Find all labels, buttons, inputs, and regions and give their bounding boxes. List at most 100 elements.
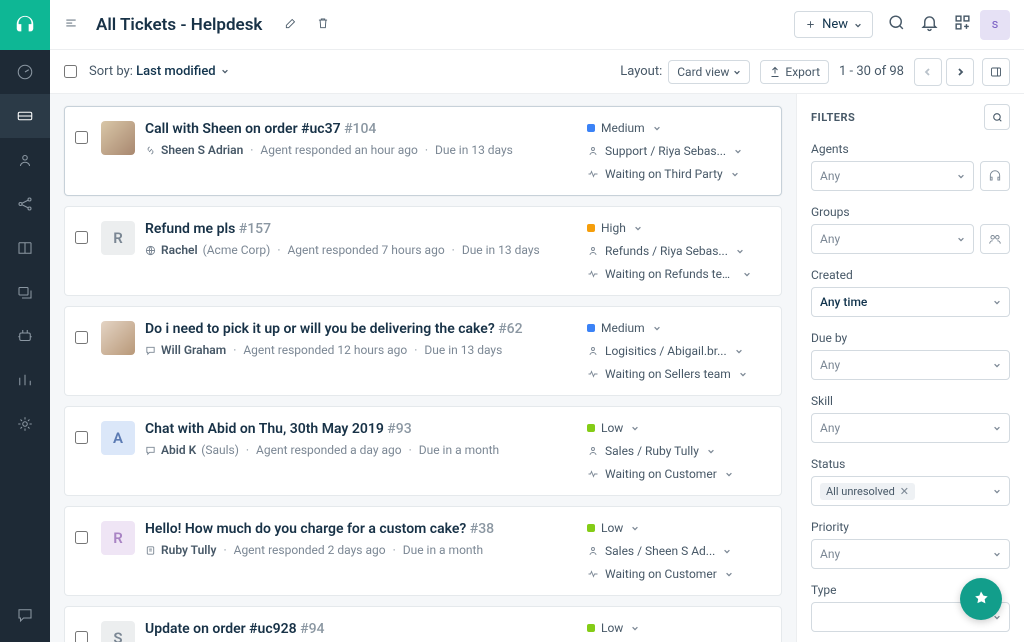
ticket-card[interactable]: Do i need to pick it up or will you be d… xyxy=(64,306,782,396)
sort-dropdown[interactable]: Last modified xyxy=(136,64,229,79)
filter-skill-select[interactable]: Any xyxy=(811,413,1010,443)
filter-created-select[interactable]: Any time xyxy=(811,287,1010,317)
ticket-card[interactable]: R Hello! How much do you charge for a cu… xyxy=(64,506,782,596)
ticket-title[interactable]: Do i need to pick it up or will you be d… xyxy=(145,321,587,337)
ticket-status-dropdown[interactable]: Waiting on Refunds team xyxy=(587,267,767,281)
ticket-checkbox[interactable] xyxy=(75,431,88,444)
sort-label: Sort by: xyxy=(89,64,133,79)
filter-groups-label: Groups xyxy=(811,205,1010,219)
ticket-priority-dropdown[interactable]: Low xyxy=(587,521,767,535)
toggle-filters-button[interactable] xyxy=(982,58,1010,86)
ticket-assignee-dropdown[interactable]: Refunds / Riya Sebas... xyxy=(587,244,767,258)
contact-name[interactable]: Rachel xyxy=(161,243,198,257)
ticket-status-dropdown[interactable]: Waiting on Third Party xyxy=(587,167,767,181)
prev-page-button[interactable] xyxy=(914,58,942,86)
new-button[interactable]: New xyxy=(794,11,873,38)
export-button[interactable]: Export xyxy=(760,60,829,84)
topbar: All Tickets - Helpdesk New s xyxy=(50,0,1024,50)
filter-agents-me-icon[interactable] xyxy=(980,161,1010,191)
ticket-activity: Agent responded an hour ago xyxy=(260,143,417,157)
layout-dropdown[interactable]: Card view xyxy=(668,60,750,84)
nav-rail xyxy=(0,0,50,642)
ticket-checkbox[interactable] xyxy=(75,631,88,642)
filter-priority-select[interactable]: Any xyxy=(811,539,1010,569)
ticket-title[interactable]: Hello! How much do you charge for a cust… xyxy=(145,521,587,537)
ticket-status-dropdown[interactable]: Waiting on Customer xyxy=(587,467,767,481)
ticket-priority-dropdown[interactable]: Medium xyxy=(587,121,767,135)
ticket-status-dropdown[interactable]: Waiting on Sellers team xyxy=(587,367,767,381)
hamburger-icon[interactable] xyxy=(64,15,78,34)
ticket-activity: Agent responded 2 days ago xyxy=(234,543,386,557)
ticket-card[interactable]: A Chat with Abid on Thu, 30th May 2019 #… xyxy=(64,406,782,496)
filter-groups-mine-icon[interactable] xyxy=(980,224,1010,254)
notification-icon[interactable] xyxy=(920,13,939,36)
contact-name[interactable]: Will Graham xyxy=(161,343,226,357)
ticket-checkbox[interactable] xyxy=(75,131,88,144)
contact-name[interactable]: Ruby Tully xyxy=(161,543,216,557)
ticket-title[interactable]: Call with Sheen on order #uc37 #104 xyxy=(145,121,587,137)
contact-avatar: A xyxy=(101,421,135,455)
freshchat-fab[interactable] xyxy=(960,578,1002,620)
page-title: All Tickets - Helpdesk xyxy=(96,15,262,35)
edit-view-icon[interactable] xyxy=(284,15,298,34)
ticket-priority-dropdown[interactable]: Medium xyxy=(587,321,767,335)
contact-name[interactable]: Abid K xyxy=(161,443,196,457)
select-all-checkbox[interactable] xyxy=(64,65,77,78)
status-chip[interactable]: All unresolved✕ xyxy=(820,483,915,500)
ticket-card[interactable]: R Refund me pls #157 Rachel (Acme Corp) … xyxy=(64,206,782,296)
ticket-priority-dropdown[interactable]: Low xyxy=(587,621,767,635)
nav-social[interactable] xyxy=(0,182,50,226)
ticket-card[interactable]: Call with Sheen on order #uc37 #104 Shee… xyxy=(64,106,782,196)
ticket-card[interactable]: S Update on order #uc928 #94 Sara Agent … xyxy=(64,606,782,642)
filter-status-label: Status xyxy=(811,457,1010,471)
contact-avatar: R xyxy=(101,521,135,555)
nav-contacts[interactable] xyxy=(0,138,50,182)
ticket-title[interactable]: Update on order #uc928 #94 xyxy=(145,621,587,637)
nav-dashboard[interactable] xyxy=(0,50,50,94)
contact-name[interactable]: Sheen S Adrian xyxy=(161,143,243,157)
ticket-due: Due in 13 days xyxy=(435,143,513,157)
ticket-checkbox[interactable] xyxy=(75,531,88,544)
nav-solutions[interactable] xyxy=(0,226,50,270)
filters-search-icon[interactable] xyxy=(984,104,1010,130)
ticket-checkbox[interactable] xyxy=(75,331,88,344)
ticket-title[interactable]: Refund me pls #157 xyxy=(145,221,587,237)
ticket-due: Due in a month xyxy=(419,443,499,457)
search-icon[interactable] xyxy=(887,13,906,36)
ticket-checkbox[interactable] xyxy=(75,231,88,244)
ticket-status-dropdown[interactable]: Waiting on Customer xyxy=(587,567,767,581)
nav-analytics[interactable] xyxy=(0,358,50,402)
nav-bots[interactable] xyxy=(0,314,50,358)
ticket-priority-dropdown[interactable]: Low xyxy=(587,421,767,435)
ticket-due: Due in a month xyxy=(403,543,483,557)
next-page-button[interactable] xyxy=(946,58,974,86)
nav-tickets[interactable] xyxy=(0,94,50,138)
delete-view-icon[interactable] xyxy=(316,15,330,34)
ticket-assignee-dropdown[interactable]: Sales / Ruby Tully xyxy=(587,444,767,458)
ticket-activity: Agent responded a day ago xyxy=(256,443,402,457)
profile-avatar[interactable]: s xyxy=(980,10,1010,40)
nav-admin[interactable] xyxy=(0,402,50,446)
company-name: (Sauls) xyxy=(201,443,239,457)
filter-groups-select[interactable]: Any xyxy=(811,224,974,254)
nav-forums[interactable] xyxy=(0,270,50,314)
filter-agents-label: Agents xyxy=(811,142,1010,156)
app-logo[interactable] xyxy=(0,0,50,50)
ticket-due: Due in 13 days xyxy=(424,343,502,357)
ticket-list: Call with Sheen on order #uc37 #104 Shee… xyxy=(50,94,796,642)
filter-agents-select[interactable]: Any xyxy=(811,161,974,191)
ticket-title[interactable]: Chat with Abid on Thu, 30th May 2019 #93 xyxy=(145,421,587,437)
filters-panel: FILTERS Agents Any Groups Any xyxy=(796,94,1024,642)
toolbar: Sort by: Last modified Layout: Card view… xyxy=(50,50,1024,94)
ticket-assignee-dropdown[interactable]: Support / Riya Sebas... xyxy=(587,144,767,158)
freshworks-switcher-icon[interactable] xyxy=(953,13,972,36)
ticket-priority-dropdown[interactable]: High xyxy=(587,221,767,235)
filter-status-select[interactable]: All unresolved✕ xyxy=(811,476,1010,506)
ticket-assignee-dropdown[interactable]: Sales / Sheen S Ad... xyxy=(587,544,767,558)
contact-avatar: S xyxy=(101,621,135,642)
filter-dueby-label: Due by xyxy=(811,331,1010,345)
contact-avatar xyxy=(101,321,135,355)
ticket-assignee-dropdown[interactable]: Logisitics / Abigail.br... xyxy=(587,344,767,358)
filter-dueby-select[interactable]: Any xyxy=(811,350,1010,380)
nav-freshconnect[interactable] xyxy=(0,598,50,642)
